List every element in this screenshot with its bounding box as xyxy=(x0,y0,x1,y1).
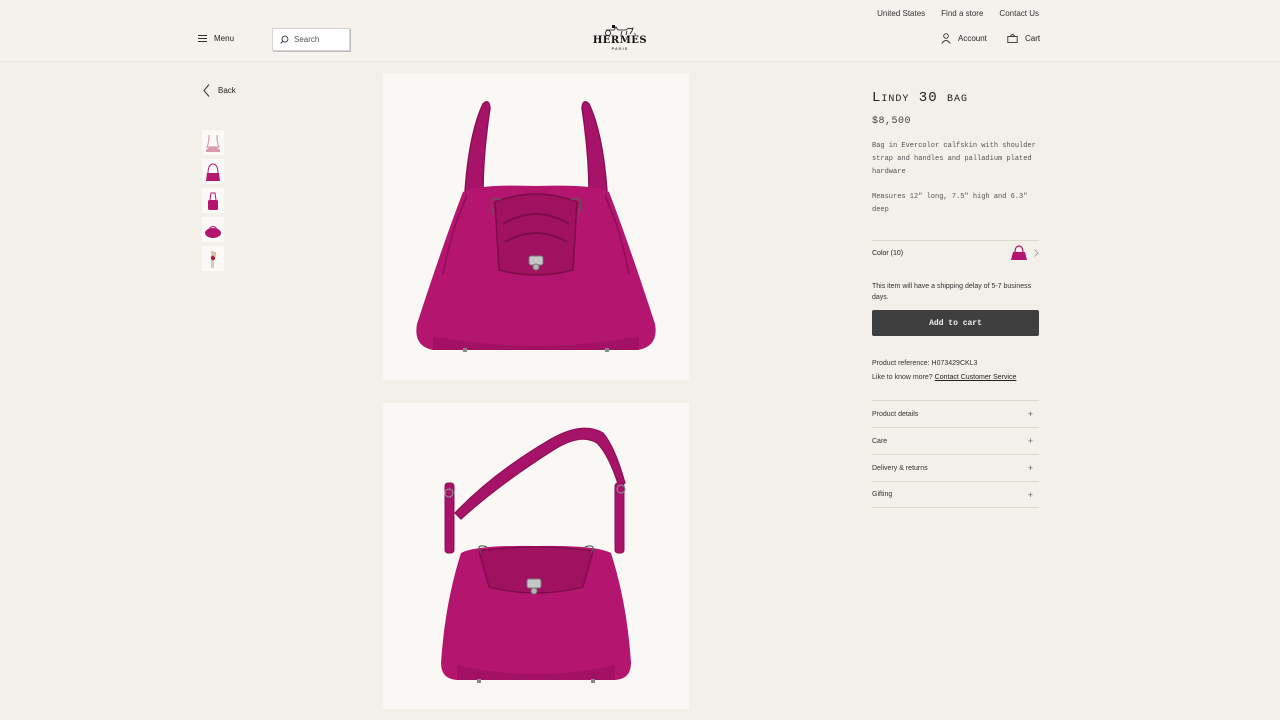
contact-prompt: Like to know more? Contact Customer Serv… xyxy=(872,374,1016,381)
product-description: Bag in Evercolor calfskin with shoulder … xyxy=(872,142,1036,176)
thumbnail-4[interactable] xyxy=(202,217,224,242)
color-swatch-bag-icon xyxy=(1011,245,1027,260)
plus-icon: + xyxy=(1027,436,1033,446)
accordion-label: Gifting xyxy=(872,491,893,498)
search-icon xyxy=(280,35,289,44)
accordion-delivery-returns[interactable]: Delivery & returns + xyxy=(872,454,1039,481)
menu-label: Menu xyxy=(214,34,235,43)
thumbnail-3[interactable] xyxy=(202,188,224,213)
product-measures: Measures 12" long, 7.5" high and 6.3" de… xyxy=(872,193,1028,214)
plus-icon: + xyxy=(1027,489,1033,500)
menu-icon xyxy=(198,35,207,42)
bag-front-illustration xyxy=(416,101,656,352)
chevron-right-icon xyxy=(1034,249,1039,257)
cart-icon xyxy=(1007,34,1018,43)
logo-name: HERMÈS xyxy=(592,35,648,46)
product-image-front[interactable] xyxy=(383,74,689,380)
utility-links: United States Find a store Contact Us xyxy=(877,9,1039,18)
bag-strap-illustration xyxy=(441,427,631,683)
thumbnail-list xyxy=(202,130,224,275)
product-accordion: Product details + Care + Delivery & retu… xyxy=(872,400,1039,508)
accordion-gifting[interactable]: Gifting + xyxy=(872,481,1039,508)
know-more-text: Like to know more? xyxy=(872,374,933,381)
cart-link[interactable]: Cart xyxy=(1007,33,1040,43)
util-link-find-store[interactable]: Find a store xyxy=(941,9,983,18)
hermes-logo[interactable]: HERMÈS PARIS xyxy=(590,24,650,51)
color-label: Color (10) xyxy=(872,249,904,257)
accordion-label: Product details xyxy=(872,410,919,418)
menu-button[interactable]: Menu xyxy=(198,34,234,43)
logo-city: PARIS xyxy=(611,46,629,51)
accordion-label: Care xyxy=(872,437,888,445)
product-title: Lindy 30 bag xyxy=(872,90,969,106)
search-input[interactable] xyxy=(294,35,348,44)
plus-icon: + xyxy=(1027,409,1033,419)
account-icon xyxy=(941,33,951,44)
accordion-care[interactable]: Care + xyxy=(872,427,1039,454)
add-to-cart-button[interactable]: Add to cart xyxy=(872,310,1039,336)
util-link-contact[interactable]: Contact Us xyxy=(999,9,1039,18)
shipping-note: This item will have a shipping delay of … xyxy=(872,283,1032,301)
contact-customer-service-link[interactable]: Contact Customer Service xyxy=(935,374,1017,381)
product-image-strap[interactable] xyxy=(383,403,689,709)
back-chevron-icon xyxy=(203,84,210,97)
thumbnail-1[interactable] xyxy=(202,130,224,155)
thumbnail-5[interactable] xyxy=(202,246,224,271)
search-box[interactable] xyxy=(272,28,350,51)
util-link-country[interactable]: United States xyxy=(877,9,925,18)
back-label: Back xyxy=(218,86,236,95)
product-info-panel: Lindy 30 bag $8,500 Bag in Evercolor cal… xyxy=(872,90,1039,508)
account-link[interactable]: Account xyxy=(941,33,987,44)
accordion-product-details[interactable]: Product details + xyxy=(872,400,1039,427)
product-reference: Product reference: H073429CKL3 xyxy=(872,360,978,367)
product-price: $8,500 xyxy=(872,116,912,127)
accordion-label: Delivery & returns xyxy=(872,464,928,472)
color-selector[interactable]: Color (10) xyxy=(872,240,1039,264)
thumbnail-2[interactable] xyxy=(202,159,224,184)
account-label: Account xyxy=(958,34,987,43)
site-header: United States Find a store Contact Us Me… xyxy=(0,0,1280,62)
cart-label: Cart xyxy=(1025,33,1041,43)
back-link[interactable]: Back xyxy=(203,84,236,97)
plus-icon: + xyxy=(1027,463,1033,473)
